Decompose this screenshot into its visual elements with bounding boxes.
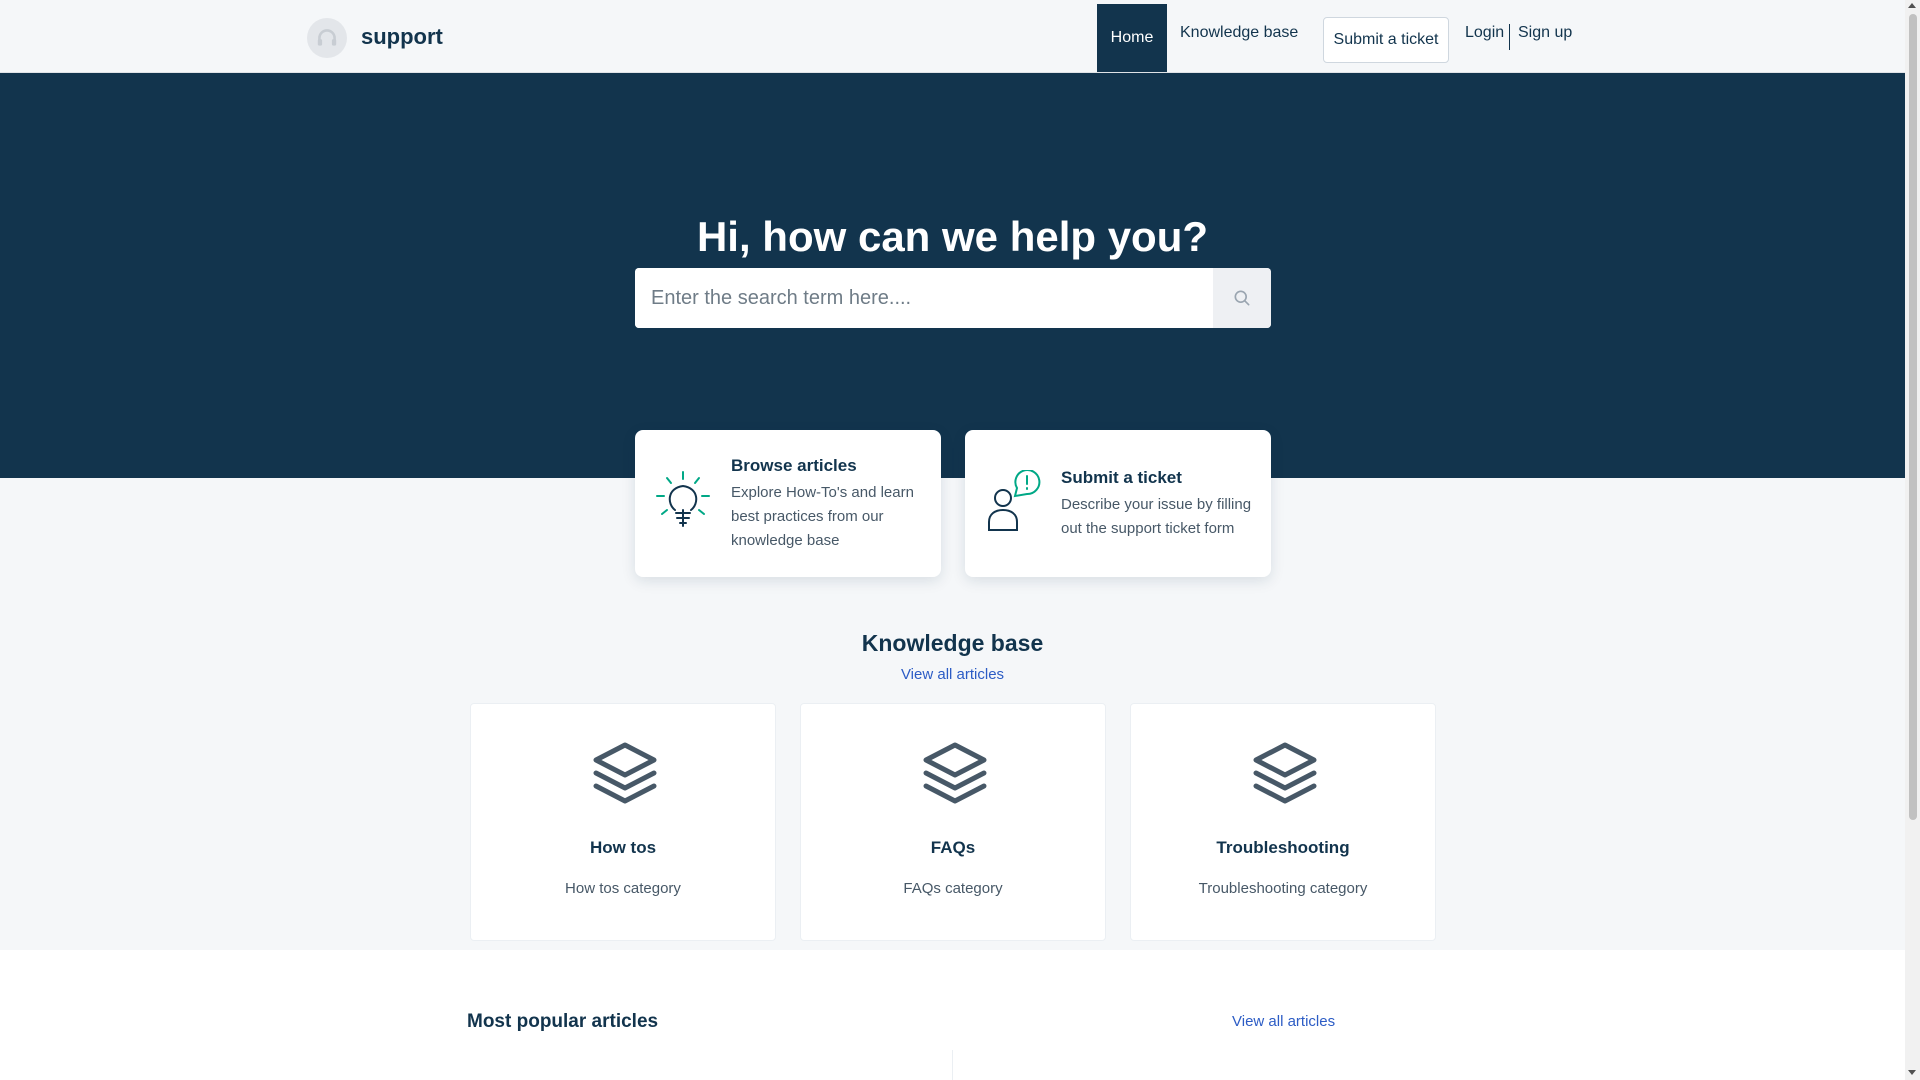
browse-articles-description: Explore How-To's and learn best practice… bbox=[731, 484, 914, 549]
person-alert-icon bbox=[988, 470, 1041, 531]
kb-category-name: How tos bbox=[589, 838, 657, 857]
lightbulb-icon bbox=[656, 471, 710, 527]
kb-category-name: Troubleshooting bbox=[1216, 838, 1350, 857]
kb-view-all-link[interactable]: View all articles bbox=[0, 666, 1905, 683]
kb-category-name: FAQs bbox=[930, 838, 976, 857]
submit-ticket-card[interactable]: Submit a ticket Describe your issue by f… bbox=[965, 430, 1271, 577]
browse-articles-card[interactable]: Browse articles Explore How-To's and lea… bbox=[635, 430, 941, 577]
layers-icon bbox=[593, 742, 657, 804]
layers-icon bbox=[1253, 742, 1317, 804]
site-header: support Home Knowledge base Submit a tic… bbox=[0, 0, 1905, 73]
brand-name[interactable]: support bbox=[361, 24, 443, 50]
kb-category-description: Troubleshooting category bbox=[1198, 880, 1368, 897]
scroll-down-arrow-icon[interactable] bbox=[1908, 1070, 1916, 1075]
kb-category-card[interactable]: How tos How tos category bbox=[470, 703, 776, 941]
nav-separator bbox=[1509, 24, 1510, 50]
hero-title: Hi, how can we help you? bbox=[696, 213, 1209, 260]
scrollbar-thumb[interactable] bbox=[1909, 14, 1917, 820]
search-input[interactable] bbox=[635, 268, 1213, 328]
knowledge-base-title: Knowledge base bbox=[861, 630, 1044, 656]
nav-submit-ticket-button[interactable]: Submit a ticket bbox=[1323, 17, 1449, 63]
search-bar bbox=[635, 268, 1271, 328]
layers-icon bbox=[923, 742, 987, 804]
nav-login[interactable]: Login bbox=[1465, 24, 1504, 42]
kb-category-description: How tos category bbox=[565, 880, 681, 897]
browse-articles-title: Browse articles bbox=[731, 456, 857, 475]
submit-ticket-title: Submit a ticket bbox=[1061, 468, 1182, 487]
popular-articles-title: Most popular articles bbox=[467, 1011, 659, 1032]
submit-ticket-description: Describe your issue by filling out the s… bbox=[1061, 496, 1252, 537]
nav-knowledge-base[interactable]: Knowledge base bbox=[1180, 24, 1298, 42]
scroll-up-arrow-icon[interactable] bbox=[1908, 3, 1916, 8]
kb-category-card[interactable]: Troubleshooting Troubleshooting category bbox=[1130, 703, 1436, 941]
popular-divider bbox=[952, 1050, 953, 1080]
support-logo-icon[interactable] bbox=[307, 18, 347, 58]
search-button[interactable] bbox=[1213, 268, 1271, 328]
nav-home[interactable]: Home bbox=[1097, 4, 1167, 72]
search-icon bbox=[1234, 290, 1250, 306]
kb-category-description: FAQs category bbox=[903, 880, 1003, 897]
nav-signup[interactable]: Sign up bbox=[1518, 24, 1572, 42]
kb-category-card[interactable]: FAQs FAQs category bbox=[800, 703, 1106, 941]
page-scrollbar[interactable] bbox=[1905, 0, 1920, 1080]
popular-view-all-link[interactable]: View all articles bbox=[1232, 1013, 1335, 1030]
